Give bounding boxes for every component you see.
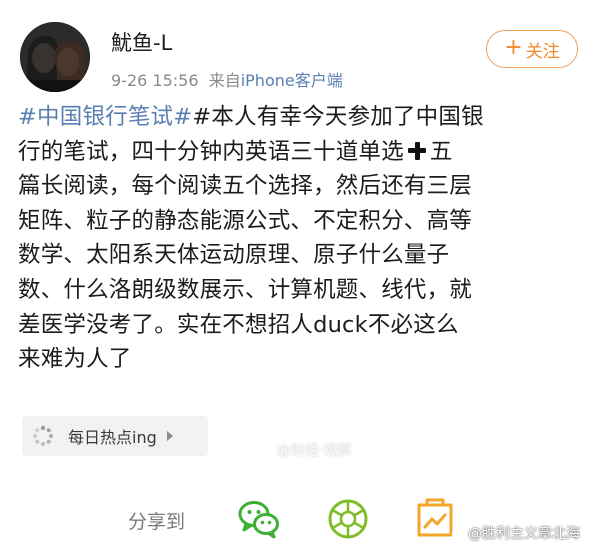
post-line-text: 五 <box>429 138 453 165</box>
post-line-text: #本人有幸今天参加了中国银 <box>192 104 484 130</box>
loading-dots-icon <box>33 425 53 446</box>
post-line: 差医学没考了。实在不想招人duck不必这么 <box>18 311 459 338</box>
plus-icon: + <box>504 35 523 60</box>
post-line-text: 行的笔试，四十分钟内英语三十道单选 <box>18 138 404 165</box>
topic-link[interactable]: #中国银行笔试# <box>18 104 192 130</box>
chevron-right-icon <box>166 431 173 441</box>
avatar[interactable] <box>20 22 90 92</box>
post-line: 行的笔试，四十分钟内英语三十道单选五 <box>18 135 584 170</box>
post-line: 来难为人了 <box>18 346 132 373</box>
avatar-image <box>20 22 90 92</box>
follow-button[interactable]: + 关注 <box>486 30 578 68</box>
post-line: #中国银行笔试##本人有幸今天参加了中国银 <box>18 100 584 135</box>
post-line: 数学、太阳系天体运动原理、原子什么量子 <box>18 242 450 269</box>
source-client[interactable]: iPhone客户端 <box>241 71 343 90</box>
watermark-mid: @财经·观察 <box>277 443 352 459</box>
post-line: 数、什么洛朗级数展示、计算机题、线代，就 <box>18 276 473 303</box>
post-meta: 9-26 15:56 来自iPhone客户端 <box>111 67 343 91</box>
username[interactable]: 魷鱼-L <box>111 27 172 57</box>
wechat-icon[interactable] <box>237 497 281 541</box>
post-text: #中国银行笔试##本人有幸今天参加了中国银 行的笔试，四十分钟内英语三十道单选五… <box>18 100 584 377</box>
follow-label: 关注 <box>525 41 560 62</box>
plus-emoji-icon <box>407 141 426 160</box>
source-prefix: 来自 <box>208 71 241 90</box>
post-line: 矩阵、粒子的静态能源公式、不定积分、高等 <box>18 207 473 234</box>
favorite-icon[interactable] <box>413 497 457 541</box>
moments-icon[interactable] <box>326 497 370 541</box>
hot-topic-label: 每日热点ing <box>68 428 157 447</box>
post-line: 篇长阅读，每个阅读五个选择，然后还有三层 <box>18 173 473 200</box>
weibo-icon <box>452 526 465 540</box>
watermark-text: @胜利主义章北海 <box>468 526 580 542</box>
share-label: 分享到 <box>128 511 186 533</box>
post-time: 9-26 15:56 <box>111 71 199 90</box>
weibo-watermark: @胜利主义章北海 <box>452 523 580 543</box>
hot-topic-chip[interactable]: 每日热点ing <box>22 416 208 456</box>
